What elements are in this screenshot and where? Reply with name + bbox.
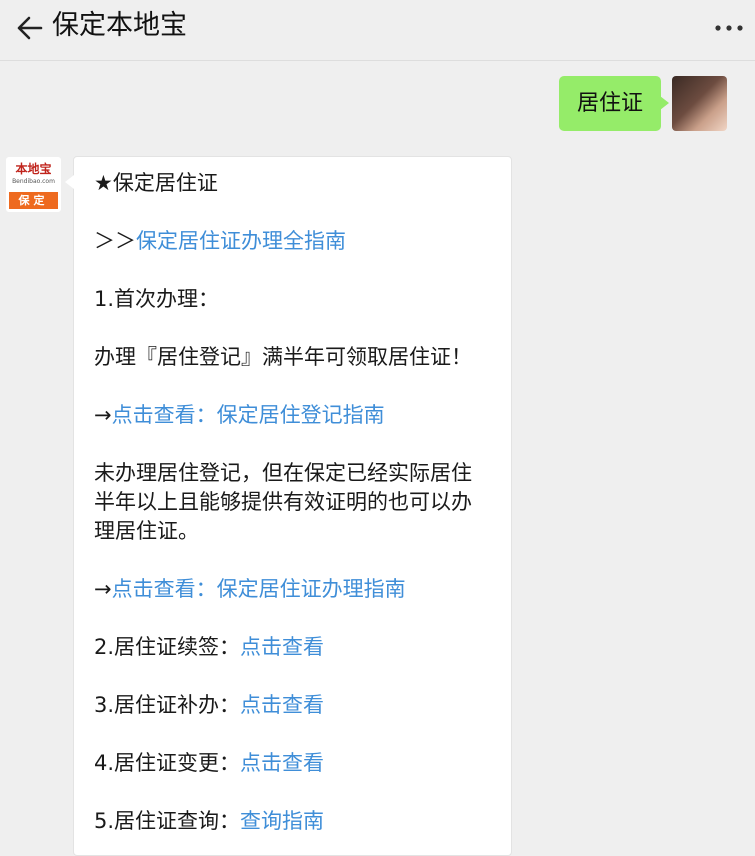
register-guide-link[interactable]: 点击查看：保定居住登记指南 — [112, 403, 385, 427]
arrow-text: → — [94, 577, 112, 601]
reissue-link[interactable]: 点击查看 — [240, 693, 324, 717]
back-arrow-icon[interactable] — [10, 8, 50, 48]
bot-avatar-domain: Bendibao.com — [12, 178, 55, 185]
bot-message-bubble: ★保定居住证 ＞＞保定居住证办理全指南 1.首次办理： 办理『居住登记』满半年可… — [65, 156, 512, 856]
renew-link[interactable]: 点击查看 — [240, 635, 324, 659]
unregistered-desc: 未办理居住登记，但在保定已经实际居住半年以上且能够提供有效证明的也可以办理居住证… — [94, 461, 472, 543]
reissue-label: 3.居住证补办： — [94, 693, 241, 717]
query-link[interactable]: 查询指南 — [240, 809, 324, 833]
bot-avatar[interactable]: 本地宝 Bendibao.com 保定 — [6, 157, 61, 212]
change-line: 4.居住证变更：点击查看 — [94, 749, 491, 778]
more-options-icon[interactable] — [709, 8, 749, 48]
message-heading: ★保定居住证 — [94, 171, 218, 195]
bot-avatar-brand: 本地宝 — [15, 162, 52, 176]
renew-label: 2.居住证续签： — [94, 635, 241, 659]
query-line: 5.居住证查询：查询指南 — [94, 807, 491, 836]
bot-avatar-city: 保定 — [9, 192, 58, 209]
full-guide-link[interactable]: 保定居住证办理全指南 — [136, 229, 346, 253]
reissue-line: 3.居住证补办：点击查看 — [94, 691, 491, 720]
process-guide-link[interactable]: 点击查看：保定居住证办理指南 — [112, 577, 406, 601]
process-guide-line: →点击查看：保定居住证办理指南 — [94, 575, 491, 604]
first-apply-desc: 办理『居住登记』满半年可领取居住证！ — [94, 345, 472, 369]
user-avatar[interactable] — [672, 76, 727, 131]
change-label: 4.居住证变更： — [94, 751, 241, 775]
user-message-bubble[interactable]: 居住证 — [558, 76, 670, 131]
top-bar: 保定本地宝 — [0, 0, 755, 61]
register-guide-line: →点击查看：保定居住登记指南 — [94, 401, 491, 430]
renew-line: 2.居住证续签：点击查看 — [94, 633, 491, 662]
change-link[interactable]: 点击查看 — [240, 751, 324, 775]
arrow-text: → — [94, 403, 112, 427]
guide-line: ＞＞保定居住证办理全指南 — [94, 227, 491, 256]
guide-prefix: ＞＞ — [94, 229, 136, 253]
chat-title: 保定本地宝 — [52, 10, 187, 41]
query-label: 5.居住证查询： — [94, 809, 241, 833]
first-apply-title: 1.首次办理： — [94, 287, 220, 311]
